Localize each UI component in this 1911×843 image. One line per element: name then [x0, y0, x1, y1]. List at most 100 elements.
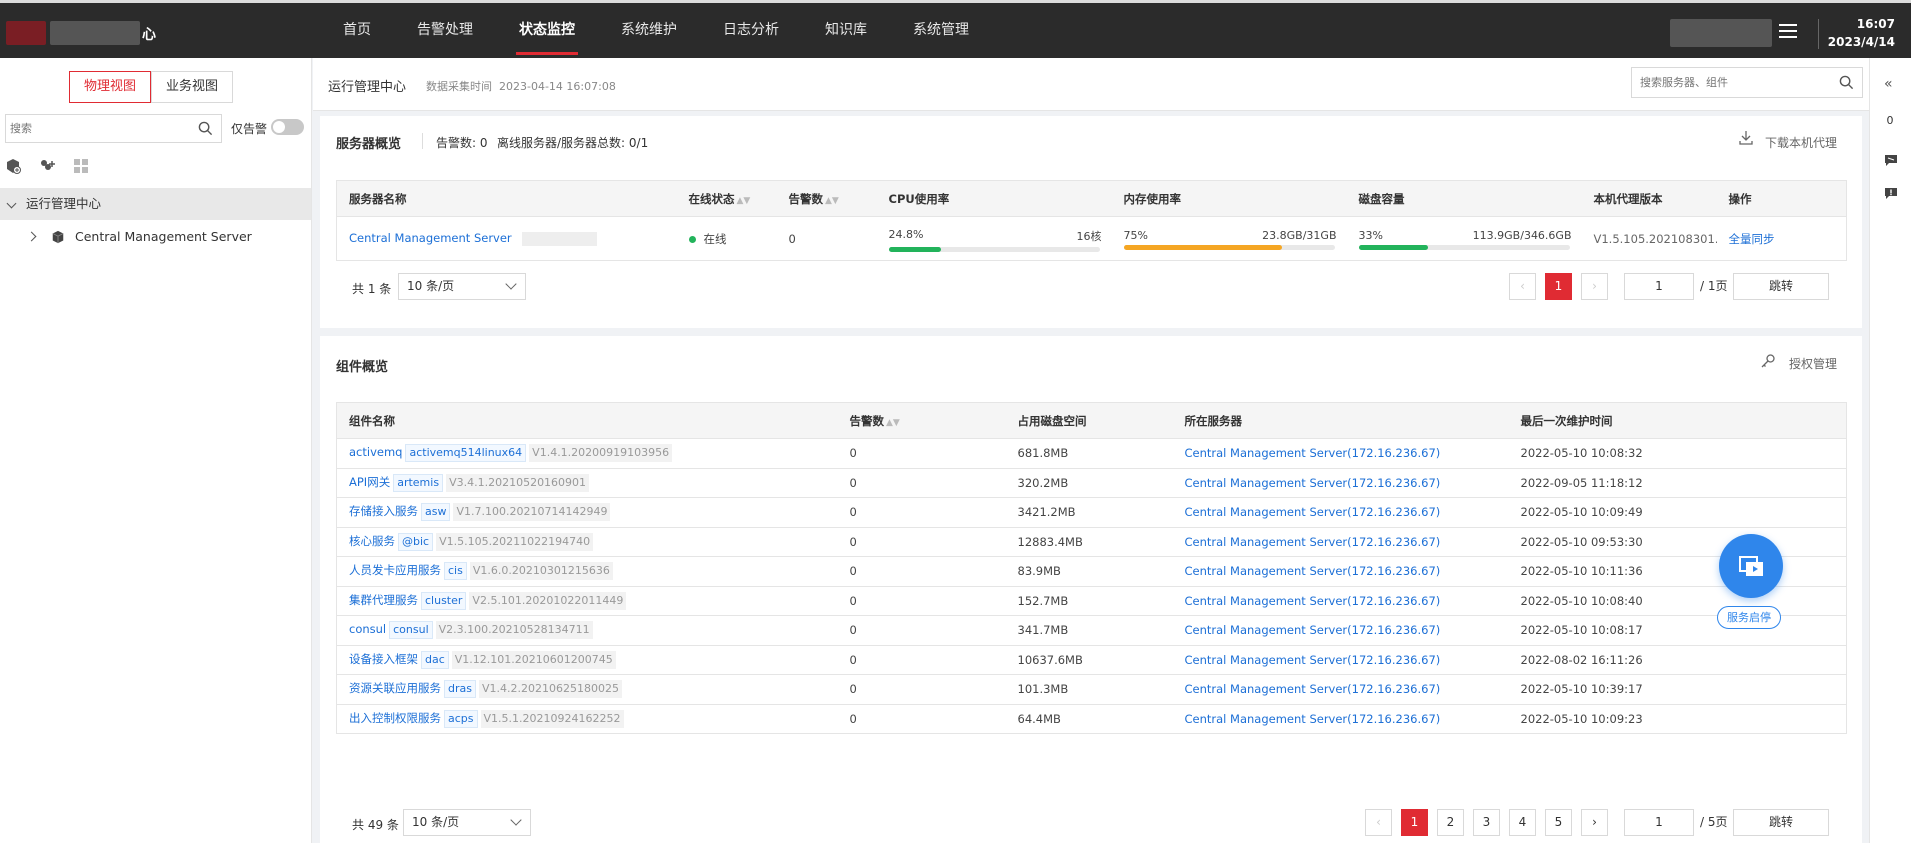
tree-node-ops-center[interactable]: 运行管理中心 — [0, 188, 311, 220]
disk-usage-cell: 33% 113.9GB/346.6GB — [1346, 216, 1582, 261]
nav-system-management[interactable]: 系统管理 — [890, 3, 992, 58]
table-row: activemq activemq514linux64 V1.4.1.2020091… — [336, 438, 1847, 469]
prev-page-button[interactable]: ‹ — [1509, 273, 1536, 300]
tree-search-input[interactable] — [6, 115, 186, 142]
message-icon[interactable] — [1884, 154, 1898, 167]
table-header-row: 组件名称 告警数 ▲▼ 占用磁盘空间 所在服务器 最后一次维护时间 — [336, 402, 1847, 439]
alarm-only-toggle[interactable] — [271, 119, 304, 135]
nav-status-monitor[interactable]: 状态监控 — [496, 3, 598, 58]
disk-detail: 113.9GB/346.6GB — [1472, 229, 1572, 242]
page-jump-button[interactable]: 跳转 — [1733, 809, 1829, 836]
prev-page-button[interactable]: ‹ — [1365, 809, 1392, 836]
col-alarm-count[interactable]: 告警数 ▲▼ — [837, 402, 1006, 439]
notification-count[interactable]: 0 — [1870, 114, 1910, 127]
server-name-link[interactable]: Central Management Server — [349, 231, 512, 245]
host-server-link[interactable]: Central Management Server(172.16.236.67) — [1185, 535, 1441, 549]
tab-physical-view[interactable]: 物理视图 — [69, 71, 151, 103]
col-label: 告警数 — [849, 413, 885, 428]
component-name-cell: 出入控制权限服务 acps V1.5.1.20210924162252 — [336, 704, 838, 734]
download-icon[interactable] — [1738, 130, 1754, 146]
component-name-link[interactable]: consul — [349, 622, 386, 636]
col-alarm-count[interactable]: 告警数 ▲▼ — [776, 180, 877, 217]
sort-icon[interactable]: ▲▼ — [737, 196, 751, 206]
last-maintenance-cell: 2022-05-10 10:39:17 — [1508, 674, 1847, 705]
grid-icon[interactable] — [73, 158, 89, 174]
last-maintenance-cell: 2022-05-10 10:09:23 — [1508, 704, 1847, 734]
sort-icon[interactable]: ▲▼ — [825, 196, 839, 206]
host-server-link[interactable]: Central Management Server(172.16.236.67) — [1185, 505, 1441, 519]
col-server-name: 服务器名称 — [336, 180, 677, 217]
menu-icon[interactable] — [1779, 24, 1797, 38]
page-button-5[interactable]: 5 — [1545, 809, 1572, 836]
app-logo[interactable]: 心 — [6, 21, 156, 45]
last-maintenance-cell: 2022-05-10 10:11:36 — [1508, 556, 1847, 587]
collapse-icon[interactable]: « — [1884, 76, 1893, 92]
search-icon[interactable] — [198, 121, 213, 136]
host-server-link[interactable]: Central Management Server(172.16.236.67) — [1185, 712, 1441, 726]
component-name-link[interactable]: API网关 — [349, 475, 390, 489]
page-button-4[interactable]: 4 — [1509, 809, 1536, 836]
tab-business-view[interactable]: 业务视图 — [151, 71, 233, 103]
next-page-button[interactable]: › — [1581, 273, 1608, 300]
nav-home[interactable]: 首页 — [320, 3, 394, 58]
component-name-link[interactable]: 资源关联应用服务 — [349, 681, 441, 695]
chevron-right-icon[interactable] — [26, 231, 37, 242]
component-name-cell: API网关 artemis V3.4.1.20210520160901 — [336, 468, 838, 498]
page-jump-input[interactable]: 1 — [1624, 809, 1694, 836]
nav-system-maintenance[interactable]: 系统维护 — [598, 3, 700, 58]
nav-log-analysis[interactable]: 日志分析 — [700, 3, 802, 58]
host-server-link[interactable]: Central Management Server(172.16.236.67) — [1185, 653, 1441, 667]
page-button-2[interactable]: 2 — [1437, 809, 1464, 836]
component-name-link[interactable]: 出入控制权限服务 — [349, 711, 441, 725]
add-group-icon[interactable] — [39, 158, 55, 174]
content-header: 运行管理中心 数据采集时间 2023-04-14 16:07:08 — [313, 58, 1869, 111]
component-name-link[interactable]: 核心服务 — [349, 534, 395, 548]
page-button-3[interactable]: 3 — [1473, 809, 1500, 836]
component-disk-cell: 681.8MB — [1005, 438, 1173, 469]
host-server-link[interactable]: Central Management Server(172.16.236.67) — [1185, 594, 1441, 608]
logo-mark — [6, 21, 46, 45]
host-server-link[interactable]: Central Management Server(172.16.236.67) — [1185, 682, 1441, 696]
host-server-link[interactable]: Central Management Server(172.16.236.67) — [1185, 476, 1441, 490]
server-page-size-select[interactable]: 10 条/页 — [398, 273, 526, 300]
component-disk-cell: 3421.2MB — [1005, 497, 1173, 528]
col-online-status[interactable]: 在线状态 ▲▼ — [676, 180, 777, 217]
component-page-size-select[interactable]: 10 条/页 — [403, 809, 531, 836]
page-button-1[interactable]: 1 — [1401, 809, 1428, 836]
left-sidebar: 物理视图 业务视图 仅告警 运行管理中心 Central Management … — [0, 58, 312, 843]
service-start-stop-label[interactable]: 服务启停 — [1717, 606, 1781, 629]
host-server-link[interactable]: Central Management Server(172.16.236.67) — [1185, 564, 1441, 578]
chevron-down-icon[interactable] — [6, 198, 17, 209]
agent-version-cell: V1.5.105.202108301... — [1581, 216, 1717, 261]
component-name-link[interactable]: 存储接入服务 — [349, 504, 418, 518]
component-name-link[interactable]: activemq — [349, 445, 402, 459]
full-sync-link[interactable]: 全量同步 — [1729, 232, 1775, 246]
page-button-1[interactable]: 1 — [1545, 273, 1572, 300]
cpu-cores: 16核 — [1076, 229, 1102, 243]
key-icon[interactable] — [1760, 353, 1776, 369]
nav-knowledge-base[interactable]: 知识库 — [802, 3, 890, 58]
component-version-tag: V1.4.1.20200919103956 — [529, 444, 673, 463]
user-avatar-redacted[interactable] — [1670, 19, 1772, 47]
page-jump-input[interactable]: 1 — [1624, 273, 1694, 300]
nav-alarm[interactable]: 告警处理 — [394, 3, 496, 58]
tree-toolbar — [5, 158, 89, 174]
add-server-icon[interactable] — [5, 158, 21, 174]
host-server-link[interactable]: Central Management Server(172.16.236.67) — [1185, 623, 1441, 637]
table-row: 集群代理服务 cluster V2.5.101.20201022011449 0 152… — [336, 586, 1847, 616]
service-start-stop-button[interactable] — [1719, 534, 1783, 598]
host-server-link[interactable]: Central Management Server(172.16.236.67) — [1185, 446, 1441, 460]
search-icon[interactable] — [1839, 75, 1854, 90]
page-jump-button[interactable]: 跳转 — [1733, 273, 1829, 300]
global-search-input[interactable] — [1632, 68, 1822, 97]
sort-icon[interactable]: ▲▼ — [886, 418, 900, 428]
next-page-button[interactable]: › — [1581, 809, 1608, 836]
col-label: 在线状态 — [688, 191, 735, 206]
component-name-link[interactable]: 设备接入框架 — [349, 652, 418, 666]
component-name-link[interactable]: 人员发卡应用服务 — [349, 563, 441, 577]
tree-node-cms[interactable]: Central Management Server — [0, 221, 311, 253]
license-management-link[interactable]: 授权管理 — [1789, 355, 1837, 372]
component-name-link[interactable]: 集群代理服务 — [349, 593, 418, 607]
download-agent-link[interactable]: 下载本机代理 — [1765, 134, 1837, 151]
alert-icon[interactable] — [1884, 187, 1898, 200]
